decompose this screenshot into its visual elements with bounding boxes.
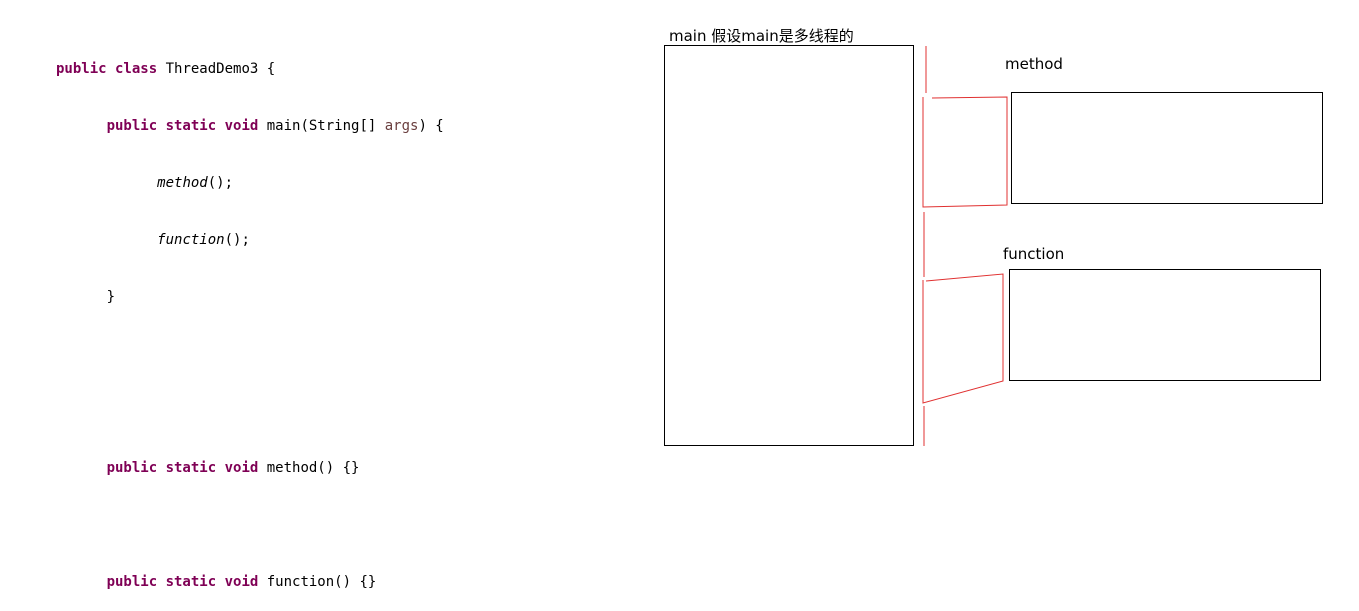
code-line-function-decl: public static void function() {}	[56, 573, 444, 592]
function-branch-line	[922, 273, 1004, 404]
keyword: public static void	[106, 574, 259, 590]
code-text: function() {}	[258, 574, 377, 590]
method-branch-line	[922, 96, 1008, 208]
thread-lines	[922, 46, 1008, 446]
